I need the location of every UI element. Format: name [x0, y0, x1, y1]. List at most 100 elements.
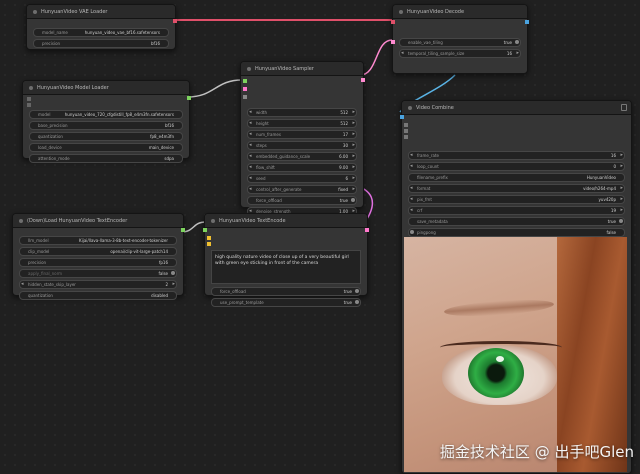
widget-format[interactable]: format video/h264-mp4 [408, 184, 625, 193]
samples-output-socket[interactable] [361, 78, 365, 82]
sampler-node[interactable]: HunyuanVideo Sampler width512 height512 … [240, 61, 365, 216]
widget-height[interactable]: height 512 [247, 119, 357, 128]
widget-model-name[interactable]: model_name hunyuan_video_vae_bf16.safeten… [33, 28, 169, 37]
widget-quantization[interactable]: quantization fp8_e4m3fn [29, 132, 183, 141]
model-input-socket[interactable] [243, 79, 247, 83]
widget-crf[interactable]: crf 19 [408, 206, 625, 215]
widget-enable-vae-tiling[interactable]: enable_vae_tiling true [399, 38, 521, 47]
widget-quantization[interactable]: quantization disabled [19, 291, 177, 300]
widget-steps[interactable]: steps 30 [247, 141, 357, 150]
widget-value: false [606, 230, 616, 235]
widget-save-metadata[interactable]: save_metadata true [408, 217, 625, 226]
widget-label: load_device [38, 145, 62, 150]
samples-input-socket[interactable] [243, 95, 247, 99]
collapse-dot-icon[interactable] [399, 9, 403, 14]
widget-llm-model[interactable]: llm_model Kijai/llava-llama-3-8b-text-enc… [19, 236, 177, 245]
widget-num-frames[interactable]: num_frames 17 [247, 130, 357, 139]
prompt-textarea[interactable]: high quality nature video of close up of… [211, 250, 361, 284]
widget-force-offload[interactable]: force_offload true [211, 287, 361, 296]
widget-value: 2 [165, 282, 168, 287]
vae-input-socket[interactable] [404, 135, 408, 139]
widget-filename-prefix[interactable]: filename_prefix HunyuanVideo [408, 173, 625, 182]
widget-guidance-scale[interactable]: embedded_guidance_scale 6.00 [247, 152, 357, 161]
widget-value: HunyuanVideo [586, 175, 616, 180]
images-output-socket[interactable] [525, 20, 529, 24]
toggle-knob [410, 230, 414, 234]
widget-precision[interactable]: precision bf16 [33, 39, 169, 48]
clip-l-socket[interactable] [207, 242, 211, 246]
model-output-socket[interactable] [187, 96, 191, 100]
widget-attention-mode[interactable]: attention_mode sdpa [29, 154, 183, 163]
collapse-dot-icon[interactable] [29, 85, 33, 90]
widget-pix-fmt[interactable]: pix_fmt yuv420p [408, 195, 625, 204]
widget-temporal-tiling[interactable]: temporal_tiling_sample_size 16 [399, 49, 521, 58]
widget-value: fp16 [158, 260, 168, 265]
widget-label: loop_count [417, 164, 439, 169]
widget-label: crf [417, 208, 423, 213]
audio-input-socket[interactable] [404, 123, 408, 127]
widget-label: precision [42, 41, 61, 46]
widget-value: fp8_e4m3fn [150, 134, 174, 139]
widget-use-prompt-template[interactable]: use_prompt_template true [211, 298, 361, 307]
images-input-socket[interactable] [400, 115, 404, 119]
collapse-dot-icon[interactable] [247, 66, 251, 71]
widget-pingpong[interactable]: pingpong false [408, 228, 625, 237]
widget-width[interactable]: width 512 [247, 108, 357, 117]
text-encode-node[interactable]: HunyuanVideo TextEncode high quality nat… [203, 213, 369, 307]
widget-clip-model[interactable]: clip_model openai/clip-vit-large-patch14 [19, 247, 177, 256]
collapse-dot-icon[interactable] [211, 218, 215, 223]
model-loader-title[interactable]: HunyuanVideo Model Loader [23, 81, 189, 95]
vae-input-socket[interactable] [391, 20, 395, 24]
widget-label: temporal_tiling_sample_size [408, 51, 465, 56]
vae-output-socket[interactable] [173, 19, 177, 23]
video-preview[interactable] [404, 237, 627, 472]
widget-frame-rate[interactable]: frame_rate 16 [408, 151, 625, 160]
widget-flow-shift[interactable]: flow_shift 9.00 [247, 163, 357, 172]
collapse-dot-icon[interactable] [33, 9, 37, 14]
text-encoder-output-socket[interactable] [181, 228, 185, 232]
widget-base-precision[interactable]: base_precision bf16 [29, 121, 183, 130]
widget-label: quantization [38, 134, 63, 139]
vae-loader-node[interactable]: HunyuanVideo VAE Loader model_name hunyua… [26, 4, 177, 50]
text-encoders-input-socket[interactable] [203, 228, 207, 232]
compile-args-socket[interactable] [27, 97, 31, 101]
text-encode-title[interactable]: HunyuanVideo TextEncode [205, 214, 367, 228]
decode-node[interactable]: HunyuanVideo Decode enable_vae_tiling tru… [391, 4, 529, 74]
samples-input-socket[interactable] [391, 40, 395, 44]
collapse-dot-icon[interactable] [19, 218, 23, 223]
text-encoder-loader-title[interactable]: (Down)Load HunyuanVideo TextEncoder [13, 214, 183, 228]
custom-prompt-template-socket[interactable] [207, 236, 211, 240]
widget-seed[interactable]: seed 6 [247, 174, 357, 183]
model-loader-node[interactable]: HunyuanVideo Model Loader model hunyuan_v… [22, 80, 191, 163]
toggle-knob [351, 198, 355, 202]
node-title-text: HunyuanVideo TextEncode [219, 217, 286, 224]
widget-label: force_offload [256, 198, 282, 203]
text-encoder-loader-node[interactable]: (Down)Load HunyuanVideo TextEncoder llm_… [12, 213, 185, 300]
hyvid-embeds-output-socket[interactable] [365, 228, 369, 232]
widget-precision[interactable]: precision fp16 [19, 258, 177, 267]
vae-loader-title[interactable]: HunyuanVideo VAE Loader [27, 5, 175, 19]
widget-value: true [343, 300, 352, 305]
widget-hidden-state-skip-layer[interactable]: hidden_state_skip_layer 2 [19, 280, 177, 289]
widget-loop-count[interactable]: loop_count 0 [408, 162, 625, 171]
hyvid-embeds-input-socket[interactable] [243, 87, 247, 91]
widget-label: attention_mode [38, 156, 70, 161]
widget-label: enable_vae_tiling [408, 40, 443, 45]
decode-title[interactable]: HunyuanVideo Decode [393, 5, 527, 19]
block-swap-socket[interactable] [27, 103, 31, 107]
widget-control-after-generate[interactable]: control_after_generate fixed [247, 185, 357, 194]
node-title-text: HunyuanVideo Model Loader [37, 84, 109, 91]
collapse-dot-icon[interactable] [408, 105, 412, 110]
widget-apply-final-norm[interactable]: apply_final_norm false [19, 269, 177, 278]
meta-batch-input-socket[interactable] [404, 129, 408, 133]
widget-value: false [158, 271, 168, 276]
widget-value: true [343, 289, 352, 294]
widget-label: hidden_state_skip_layer [28, 282, 76, 287]
widget-model[interactable]: model hunyuan_video_720_cfgdistill_fp8_e4… [29, 110, 183, 119]
widget-label: embedded_guidance_scale [256, 154, 311, 159]
widget-force-offload[interactable]: force_offload true [247, 196, 357, 205]
pin-icon[interactable] [621, 104, 627, 111]
widget-load-device[interactable]: load_device main_device [29, 143, 183, 152]
sampler-title[interactable]: HunyuanVideo Sampler [241, 62, 363, 76]
video-combine-title[interactable]: Video Combine [402, 101, 631, 115]
